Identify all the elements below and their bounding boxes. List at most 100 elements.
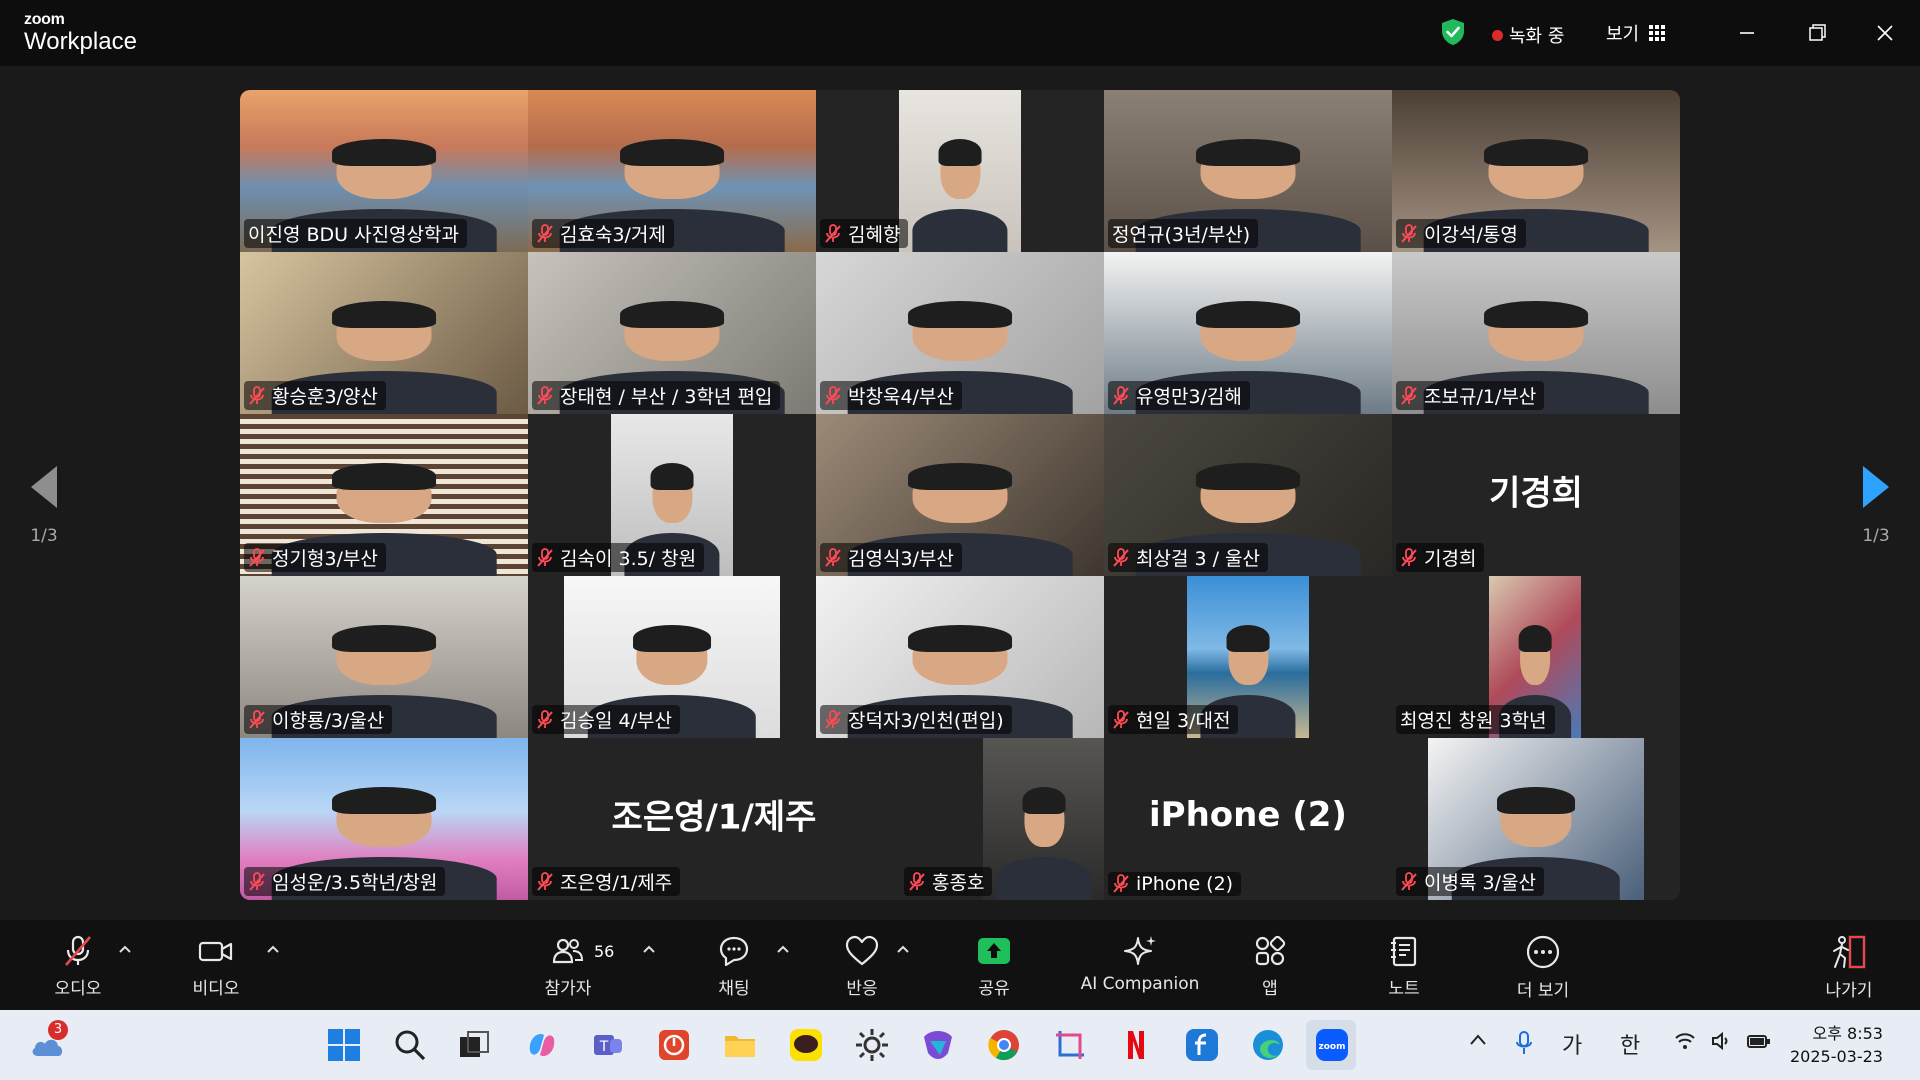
participant-tile[interactable]: 황승훈3/양산 [240, 252, 528, 414]
copilot-icon[interactable] [524, 1027, 560, 1063]
leave-button[interactable]: 나가기 [1814, 934, 1884, 1001]
participant-tile[interactable]: 김숙이 3.5/ 창원 [528, 414, 816, 576]
reactions-button[interactable]: 반응 [830, 934, 894, 999]
logo-zoom-text: zoom [24, 11, 65, 28]
chat-button[interactable]: 채팅 [702, 934, 766, 999]
participant-tile[interactable]: 현일 3/대전 [1104, 576, 1392, 738]
file-explorer-icon[interactable] [722, 1027, 758, 1063]
zoom-app-icon[interactable]: zoom [1314, 1027, 1350, 1063]
participant-tile[interactable]: 임성운/3.5학년/창원 [240, 738, 528, 900]
participant-tile[interactable]: 장덕자3/인천(편입) [816, 576, 1104, 738]
reactions-options-chevron-up-icon[interactable] [896, 942, 910, 956]
chevron-left-icon [31, 466, 57, 508]
participants-icon [552, 938, 584, 964]
participant-tile[interactable]: 정기형3/부산 [240, 414, 528, 576]
zoom-workplace-logo: zoom Workplace [24, 12, 137, 54]
next-page-button[interactable]: 1/3 [1846, 466, 1906, 546]
notes-button[interactable]: 노트 [1372, 934, 1436, 999]
participant-name: iPhone (2) [1136, 873, 1234, 895]
participant-tile[interactable]: 유영만3/김해 [1104, 252, 1392, 414]
close-icon[interactable] [1870, 18, 1900, 48]
participant-name: 김숙이 3.5/ 창원 [560, 548, 697, 570]
participants-button[interactable]: 참가자 [536, 934, 600, 999]
participant-name-label: 이향룡/3/울산 [244, 705, 393, 734]
apps-icon [1255, 935, 1286, 966]
participant-tile[interactable]: 홍종호 [900, 738, 1104, 900]
participant-silhouette [996, 780, 1092, 900]
muted-microphone-icon [1113, 547, 1129, 567]
apps-button[interactable]: 앱 [1238, 934, 1302, 999]
video-options-chevron-up-icon[interactable] [266, 942, 280, 956]
participant-tile[interactable]: 최영진 창원 3학년 [1392, 576, 1680, 738]
participant-name: 이강석/통영 [1424, 224, 1518, 246]
office-app-icon[interactable] [656, 1027, 692, 1063]
participant-name: 조보규/1/부산 [1424, 386, 1537, 408]
participant-name: 김효숙3/거제 [560, 224, 666, 246]
recording-indicator[interactable]: 녹화 중 [1492, 22, 1564, 48]
participant-tile[interactable]: 조보규/1/부산 [1392, 252, 1680, 414]
restore-icon[interactable] [1802, 18, 1832, 48]
video-button[interactable]: 비디오 [184, 934, 248, 999]
participant-tile[interactable]: 최상걸 3 / 울산 [1104, 414, 1392, 576]
snipping-tool-icon[interactable] [1052, 1027, 1088, 1063]
wifi-icon[interactable] [1674, 1030, 1696, 1052]
participant-tile[interactable]: 김효숙3/거제 [528, 90, 816, 252]
participant-tile[interactable]: 김영식3/부산 [816, 414, 1104, 576]
participant-name-label: 김영식3/부산 [820, 543, 962, 572]
share-button[interactable]: 공유 [962, 934, 1026, 999]
audio-button[interactable]: 오디오 [46, 934, 110, 999]
participants-options-chevron-up-icon[interactable] [642, 942, 656, 956]
participant-tile[interactable]: 박창욱4/부산 [816, 252, 1104, 414]
chat-options-chevron-up-icon[interactable] [776, 942, 790, 956]
task-view-icon[interactable] [456, 1027, 492, 1063]
recording-label: 녹화 중 [1509, 26, 1565, 47]
more-button[interactable]: 더 보기 [1506, 934, 1580, 1001]
chrome-icon[interactable] [986, 1027, 1022, 1063]
view-button[interactable]: 보기 [1606, 20, 1666, 46]
participant-name-label: 장태현 / 부산 / 3학년 편입 [532, 381, 781, 410]
previous-page-button[interactable]: 1/3 [14, 466, 74, 546]
search-icon[interactable] [392, 1027, 428, 1063]
participant-tile[interactable]: 이강석/통영 [1392, 90, 1680, 252]
muted-microphone-icon [249, 871, 265, 891]
system-clock[interactable]: 오후 8:53 2025-03-23 [1790, 1022, 1883, 1068]
muted-microphone-icon [537, 871, 553, 891]
participant-display-name: 기경희 [1489, 473, 1583, 514]
participant-tile[interactable]: 정연규(3년/부산) [1104, 90, 1392, 252]
participant-tile[interactable]: 조은영/1/제주 조은영/1/제주 [528, 738, 900, 900]
tray-microphone-icon[interactable] [1514, 1030, 1534, 1058]
participant-tile[interactable]: 이병록 3/울산 [1392, 738, 1680, 900]
microsoft-365-icon[interactable] [920, 1027, 956, 1063]
participant-tile[interactable]: 장태현 / 부산 / 3학년 편입 [528, 252, 816, 414]
ai-companion-button[interactable]: AI Companion [1070, 934, 1210, 994]
ime-hangul-mode-2[interactable]: 한 [1620, 1028, 1640, 1060]
minimize-icon[interactable] [1732, 18, 1762, 48]
participant-tile[interactable]: iPhone (2) iPhone (2) [1104, 738, 1392, 900]
audio-options-chevron-up-icon[interactable] [118, 942, 132, 956]
participant-tile[interactable]: 이향룡/3/울산 [240, 576, 528, 738]
netflix-icon[interactable] [1118, 1027, 1154, 1063]
settings-gear-icon[interactable] [854, 1027, 890, 1063]
edge-icon[interactable] [1250, 1027, 1286, 1063]
participant-tile[interactable]: 김혜향 [816, 90, 1104, 252]
participant-tile[interactable]: 김승일 4/부산 [528, 576, 816, 738]
participant-name-label: 기경희 [1396, 543, 1485, 572]
freeform-app-icon[interactable] [1184, 1027, 1220, 1063]
tray-chevron-up-icon[interactable] [1468, 1030, 1488, 1050]
windows-start-icon[interactable] [326, 1027, 362, 1063]
kakaotalk-icon[interactable] [788, 1027, 824, 1063]
security-shield-icon[interactable] [1440, 18, 1466, 46]
participant-video [983, 738, 1104, 900]
participant-tile[interactable]: 기경희 기경희 [1392, 414, 1680, 576]
ai-companion-label: AI Companion [1080, 974, 1200, 994]
muted-microphone-icon [909, 871, 925, 891]
audio-label: 오디오 [54, 979, 102, 999]
svg-text:T: T [599, 1039, 609, 1055]
participant-tile[interactable]: 이진영 BDU 사진영상학과 [240, 90, 528, 252]
participant-name-label: 임성운/3.5학년/창원 [244, 867, 446, 896]
battery-icon[interactable] [1746, 1030, 1772, 1052]
ime-hangul-mode-1[interactable]: 가 [1562, 1028, 1582, 1060]
participant-name-label: 조은영/1/제주 [532, 867, 681, 896]
teams-icon[interactable]: T [590, 1027, 626, 1063]
volume-icon[interactable] [1710, 1030, 1732, 1052]
